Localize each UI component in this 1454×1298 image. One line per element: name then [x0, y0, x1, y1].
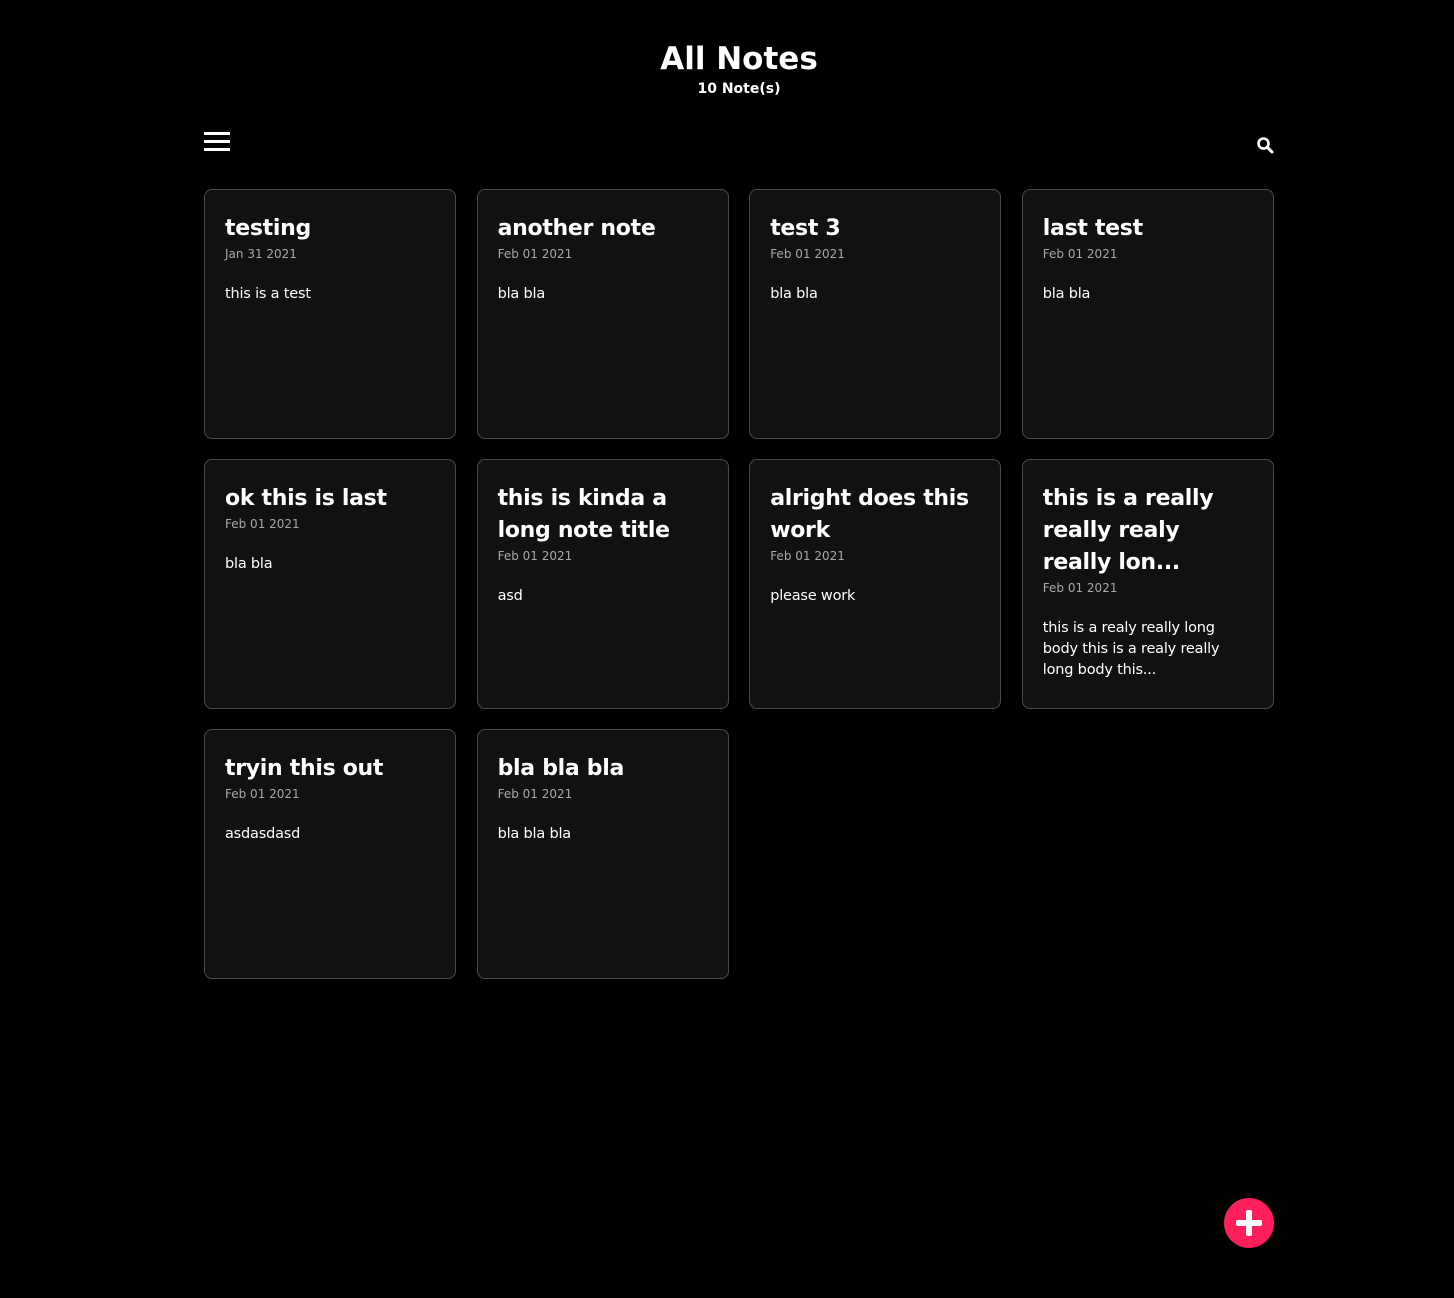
note-date: Feb 01 2021: [770, 247, 845, 261]
note-date: Jan 31 2021: [225, 247, 297, 261]
note-date: Feb 01 2021: [497, 787, 573, 801]
note-card[interactable]: tryin this out Feb 01 2021 asdasdasd: [204, 729, 456, 979]
note-body: please work: [770, 588, 856, 604]
note-title: bla bla bla: [497, 756, 625, 781]
note-date: Feb 01 2021: [225, 787, 300, 801]
note-body: bla bla: [1042, 286, 1091, 302]
note-title: this is kinda a long note title: [497, 486, 670, 543]
note-body: asdasdasd: [225, 826, 301, 842]
note-title: this is a really really realy really lon…: [1042, 486, 1214, 575]
note-body: bla bla: [497, 286, 546, 302]
note-card[interactable]: this is kinda a long note title Feb 01 2…: [476, 459, 729, 709]
hamburger-menu-icon[interactable]: [204, 131, 230, 153]
note-body: this is a test: [225, 286, 311, 302]
note-body: asd: [497, 588, 523, 604]
note-card[interactable]: another note Feb 01 2021 bla bla: [476, 189, 729, 439]
note-card[interactable]: alright does this work Feb 01 2021 pleas…: [749, 459, 1002, 709]
note-title: test 3: [770, 216, 841, 241]
note-body: bla bla: [225, 556, 273, 572]
note-title: last test: [1042, 216, 1143, 241]
note-card[interactable]: testing Jan 31 2021 this is a test: [204, 189, 456, 439]
note-title: another note: [497, 216, 656, 241]
note-date: Feb 01 2021: [770, 549, 845, 563]
note-date: Feb 01 2021: [225, 517, 300, 531]
note-title: ok this is last: [225, 486, 387, 511]
note-title: tryin this out: [225, 756, 384, 781]
note-date: Feb 01 2021: [497, 549, 573, 563]
note-card[interactable]: ok this is last Feb 01 2021 bla bla: [204, 459, 456, 709]
note-date: Feb 01 2021: [497, 247, 573, 261]
page-header: All Notes 10 Note(s): [0, 40, 1454, 98]
page-title: All Notes: [660, 41, 818, 77]
note-card[interactable]: test 3 Feb 01 2021 bla bla: [749, 189, 1002, 439]
note-card[interactable]: bla bla bla Feb 01 2021 bla bla bla: [476, 729, 729, 979]
search-icon[interactable]: [1255, 135, 1275, 155]
add-note-button[interactable]: [1224, 1198, 1274, 1248]
note-date: Feb 01 2021: [1042, 247, 1118, 261]
notes-count: 10 Note(s): [697, 81, 781, 97]
note-title: alright does this work: [770, 486, 969, 543]
notes-page: All Notes 10 Note(s) testing Jan 31 2021…: [0, 0, 1454, 1298]
note-date: Feb 01 2021: [1042, 581, 1118, 595]
note-body: bla bla: [770, 286, 818, 302]
note-card[interactable]: this is a really really realy really lon…: [1021, 459, 1274, 709]
note-body: this is a realy really long body this is…: [1042, 620, 1220, 678]
note-card[interactable]: last test Feb 01 2021 bla bla: [1021, 189, 1274, 439]
note-body: bla bla bla: [497, 826, 572, 842]
note-title: testing: [225, 216, 311, 241]
notes-grid: testing Jan 31 2021 this is a test anoth…: [204, 189, 1274, 979]
